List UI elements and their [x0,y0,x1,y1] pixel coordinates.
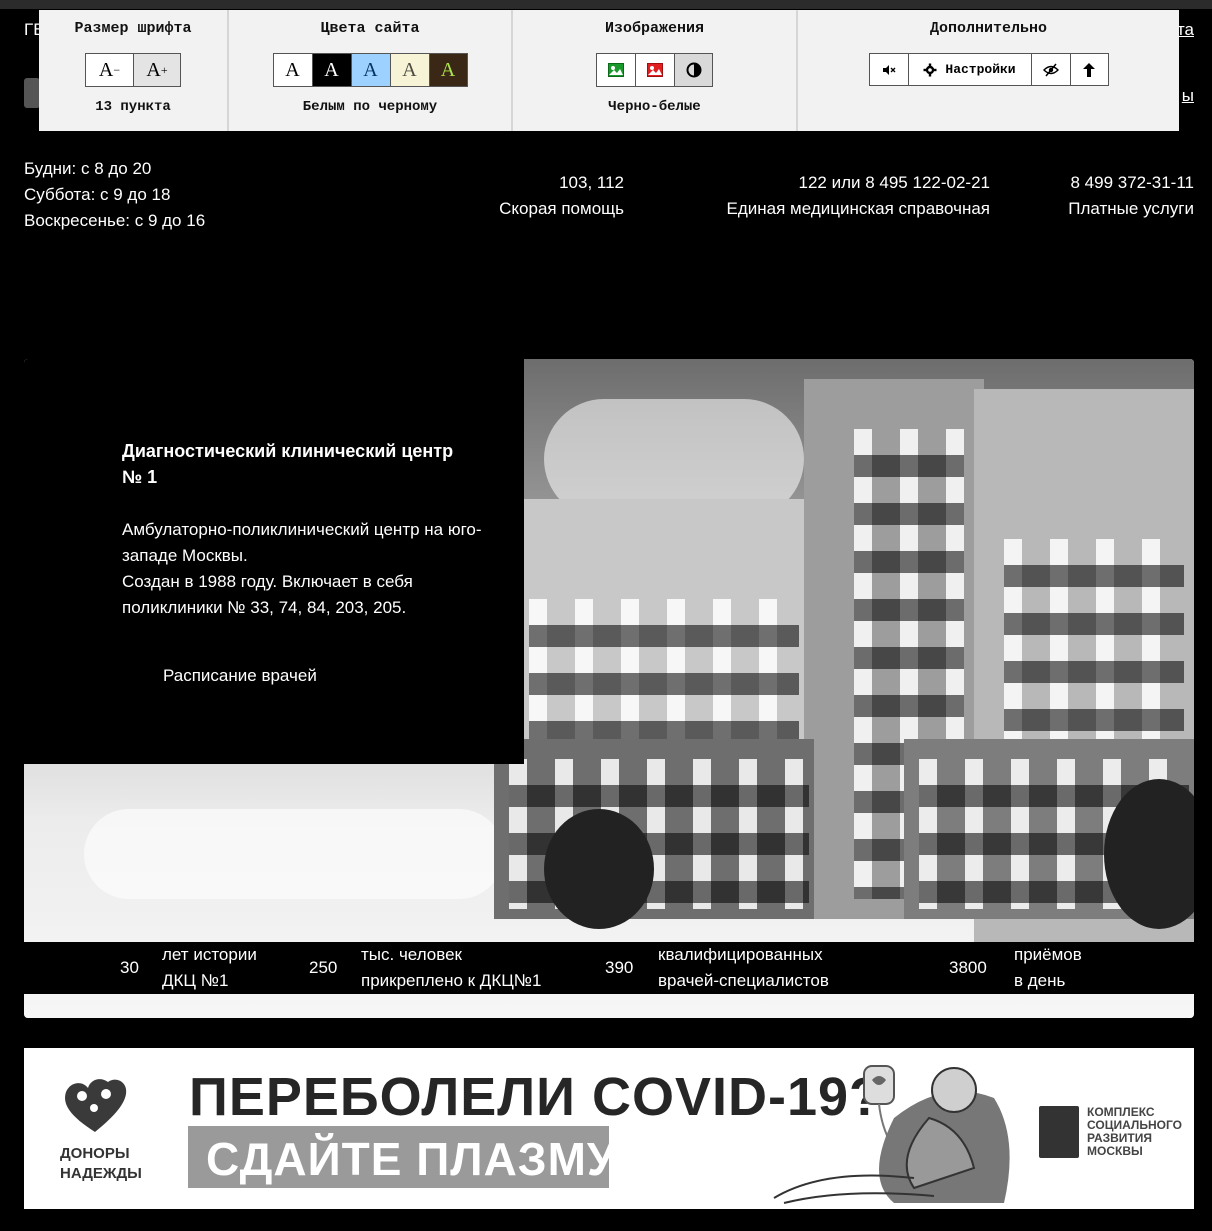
donors-hope-logo-icon [65,1079,127,1132]
color-brown-button[interactable]: A [428,53,468,87]
settings-label: Настройки [945,62,1016,77]
schedule-link[interactable]: Расписание врачей [163,666,317,686]
images-on-button[interactable] [596,53,635,87]
hero-description: Амбулаторно-поликлинический центр на юго… [122,517,502,621]
phone-paid-services: 8 499 372-31-11 Платные услуги [1068,170,1194,222]
hero-photo-cloud [84,809,504,899]
hours-weekdays: Будни: с 8 до 20 [24,159,152,178]
color-blue-button[interactable]: A [350,53,390,87]
extra-buttons: Настройки [798,53,1179,86]
color-white-button[interactable]: A [272,53,312,87]
hours-sunday: Воскресенье: с 9 до 16 [24,211,206,230]
images-group: Изображения Черно-белые [513,10,798,131]
stat-number: 3800 [949,958,987,977]
mute-button[interactable] [868,53,908,86]
extra-group: Дополнительно Настройки [798,10,1179,131]
stat-caption-line: ДКЦ №1 [162,971,229,990]
font-decrease-button[interactable]: A − [85,53,133,87]
phone-number[interactable]: 8 499 372-31-11 [1068,170,1194,196]
stats-bar: 30 лет истории ДКЦ №1 250 тыс. человек п… [24,942,1194,994]
stat-caption-line: лет истории [162,945,257,964]
font-decrease-sign: − [113,62,121,77]
hero-description-line: Амбулаторно-поликлинический центр на юго… [122,520,482,565]
stat-caption-line: врачей-специалистов [658,971,829,990]
phone-label: Единая медицинская справочная [726,199,990,218]
stat-number: 30 [120,958,139,977]
donors-hope-line: НАДЕЖДЫ [60,1165,142,1182]
banner-subheadline: СДАЙТЕ ПЛАЗМУ [206,1133,617,1185]
stat-caption-line: приёмов [1014,945,1082,964]
phone-label: Платные услуги [1068,199,1194,218]
accessibility-panel: Размер шрифта A − A + 13 пункта Цвета сайт… [39,10,1179,131]
stat-number: 250 [309,958,338,977]
hero-section: Диагностический клинический центр № 1 Ам… [24,359,1194,1018]
font-size-status: 13 пункта [95,99,171,115]
partner-name: КОМПЛЕКС СОЦИАЛЬНОГО РАЗВИТИЯ МОСКВЫ [1087,1106,1182,1158]
phone-number[interactable]: 122 или 8 495 122-02-21 [727,170,991,196]
settings-button[interactable]: Настройки [907,53,1031,86]
speaker-mute-icon [882,64,895,75]
stat-caption-line: в день [1014,971,1066,990]
phone-number[interactable]: 103, 112 [499,170,624,196]
stat-caption: тыс. человек прикреплено к ДКЦ№1 [361,942,542,994]
working-hours: Будни: с 8 до 20 Суббота: с 9 до 18 Воск… [24,156,205,234]
browser-top-strip [0,0,1212,9]
font-size-buttons: A − A + [39,53,227,87]
stat-caption: лет истории ДКЦ №1 [162,942,257,994]
donors-hope-line: ДОНОРЫ [60,1145,130,1162]
gear-icon [923,63,937,76]
contrast-icon [686,62,701,78]
image-green-icon [608,63,624,77]
phone-info-desk: 122 или 8 495 122-02-21 Единая медицинск… [727,170,990,222]
phone-emergency: 103, 112 Скорая помощь [499,170,624,222]
stat-caption-line: прикреплено к ДКЦ№1 [361,971,542,990]
image-red-icon [647,63,663,77]
images-grayscale-button[interactable] [674,53,713,87]
site-colors-status: Белым по черному [302,99,438,115]
hero-description-line: Создан в 1988 году. Включает в себя поли… [122,572,413,617]
site-colors-title: Цвета сайта [320,20,420,37]
covid-plasma-banner[interactable]: ДОНОРЫ НАДЕЖДЫ ПЕРЕБОЛЕЛИ COVID-19? СДАЙ… [24,1048,1194,1209]
color-beige-button[interactable]: A [389,53,429,87]
partner-name-line: МОСКВЫ [1087,1144,1143,1158]
hide-panel-button[interactable] [1030,53,1070,86]
hero-title: Диагностический клинический центр № 1 [122,441,454,487]
header-link[interactable]: та [1177,20,1194,40]
stat-caption: квалифицированных врачей-специалистов [658,942,829,994]
hero-photo-tree [544,809,654,929]
hours-saturday: Суббота: с 9 до 18 [24,185,171,204]
donors-hope-name: ДОНОРЫ НАДЕЖДЫ [60,1144,142,1184]
stat-number: 390 [605,958,634,977]
plasma-donor-illustration-icon [773,1065,1010,1204]
moscow-emblem-icon [1039,1106,1079,1158]
stat-caption-line: квалифицированных [658,945,823,964]
side-tab-icon[interactable] [24,78,40,108]
color-scheme-buttons: A A A A A [229,53,511,87]
font-increase-button[interactable]: A + [133,53,181,87]
stat-caption: приёмов в день [1014,942,1082,994]
images-status: Черно-белые [608,99,701,115]
extra-title: Дополнительно [929,20,1048,37]
images-buttons [513,53,796,87]
eye-slash-icon [1042,63,1059,76]
font-size-group: Размер шрифта A − A + 13 пункта [39,10,229,131]
font-decrease-label: A [98,58,114,81]
header-link-2[interactable]: ы [1182,86,1194,106]
font-size-title: Размер шрифта [74,20,192,37]
images-off-button[interactable] [635,53,674,87]
hero-info-card: Диагностический клинический центр № 1 Ам… [24,359,524,764]
stat-caption-line: тыс. человек [361,945,462,964]
arrow-up-icon [1083,62,1095,77]
color-black-button[interactable]: A [311,53,351,87]
scroll-top-button[interactable] [1069,53,1109,86]
font-increase-sign: + [160,62,168,77]
font-increase-label: A [146,58,161,81]
site-colors-group: Цвета сайта A A A A A Белым по черному [229,10,513,131]
images-title: Изображения [604,20,705,37]
phone-label: Скорая помощь [499,199,624,218]
